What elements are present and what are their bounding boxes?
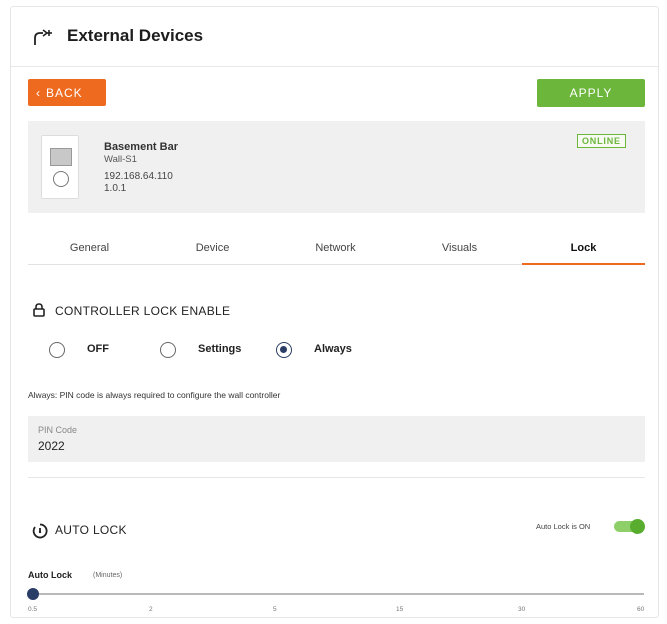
device-knob-shape	[53, 171, 69, 187]
auto-lock-slider[interactable]	[27, 588, 645, 604]
slider-ticks: 0.5 2 5 15 30 60	[28, 606, 645, 616]
radio-off-indicator	[49, 342, 65, 358]
section-divider	[28, 477, 645, 478]
auto-lock-toggle-label: Auto Lock is ON	[536, 522, 591, 531]
slider-tick: 0.5	[28, 606, 38, 613]
pin-code-input[interactable]	[38, 439, 338, 453]
device-model: Wall-S1	[104, 154, 137, 165]
slider-tick: 15	[396, 606, 404, 613]
back-button-label: BACK	[46, 85, 83, 100]
radio-always-label: Always	[314, 343, 352, 355]
lock-mode-radio-group: OFF Settings Always	[49, 340, 449, 360]
controller-lock-title: CONTROLLER LOCK ENABLE	[55, 304, 231, 318]
external-devices-card: External Devices ‹ BACK APPLY Basement Ba…	[10, 6, 659, 618]
lock-description: Always: PIN code is always required to c…	[28, 390, 281, 400]
radio-always[interactable]: Always	[276, 340, 386, 360]
wall-controller-image	[41, 135, 79, 199]
slider-handle[interactable]	[27, 588, 39, 600]
auto-lock-slider-label: Auto Lock	[28, 570, 72, 580]
tab-general[interactable]: General	[28, 239, 151, 265]
radio-settings-label: Settings	[198, 343, 242, 355]
pin-code-field[interactable]: PIN Code	[28, 416, 645, 462]
pin-code-label: PIN Code	[38, 425, 78, 435]
slider-tick: 60	[637, 606, 645, 613]
tab-device[interactable]: Device	[151, 239, 274, 265]
back-button[interactable]: ‹ BACK	[28, 79, 106, 106]
auto-lock-title: AUTO LOCK	[55, 523, 127, 537]
radio-always-indicator	[276, 342, 292, 358]
device-version: 1.0.1	[104, 183, 127, 194]
tab-visuals[interactable]: Visuals	[398, 239, 521, 265]
device-screen-shape	[50, 148, 72, 166]
auto-lock-timer-icon	[32, 523, 48, 539]
lock-icon	[33, 303, 45, 317]
radio-settings-indicator	[160, 342, 176, 358]
external-device-icon	[34, 29, 52, 45]
slider-tick: 2	[149, 606, 153, 613]
slider-tick: 30	[518, 606, 526, 613]
slider-rail	[32, 593, 644, 595]
radio-off[interactable]: OFF	[49, 340, 139, 360]
radio-off-label: OFF	[87, 343, 109, 355]
status-badge: ONLINE	[577, 134, 626, 148]
auto-lock-slider-unit: (Minutes)	[93, 572, 123, 579]
toggle-thumb	[630, 519, 645, 534]
device-info-panel: Basement Bar Wall-S1 192.168.64.110 1.0.…	[28, 121, 645, 213]
page-header: External Devices	[11, 7, 658, 67]
tab-lock[interactable]: Lock	[522, 239, 645, 265]
device-ip: 192.168.64.110	[104, 171, 173, 182]
tab-network[interactable]: Network	[274, 239, 397, 265]
slider-tick: 5	[273, 606, 277, 613]
device-name: Basement Bar	[104, 141, 178, 153]
apply-button[interactable]: APPLY	[537, 79, 645, 107]
radio-settings[interactable]: Settings	[160, 340, 270, 360]
chevron-left-icon: ‹	[36, 85, 41, 100]
page-title: External Devices	[67, 26, 204, 45]
tab-bar: General Device Network Visuals Lock	[28, 239, 645, 265]
auto-lock-toggle[interactable]	[614, 519, 645, 534]
